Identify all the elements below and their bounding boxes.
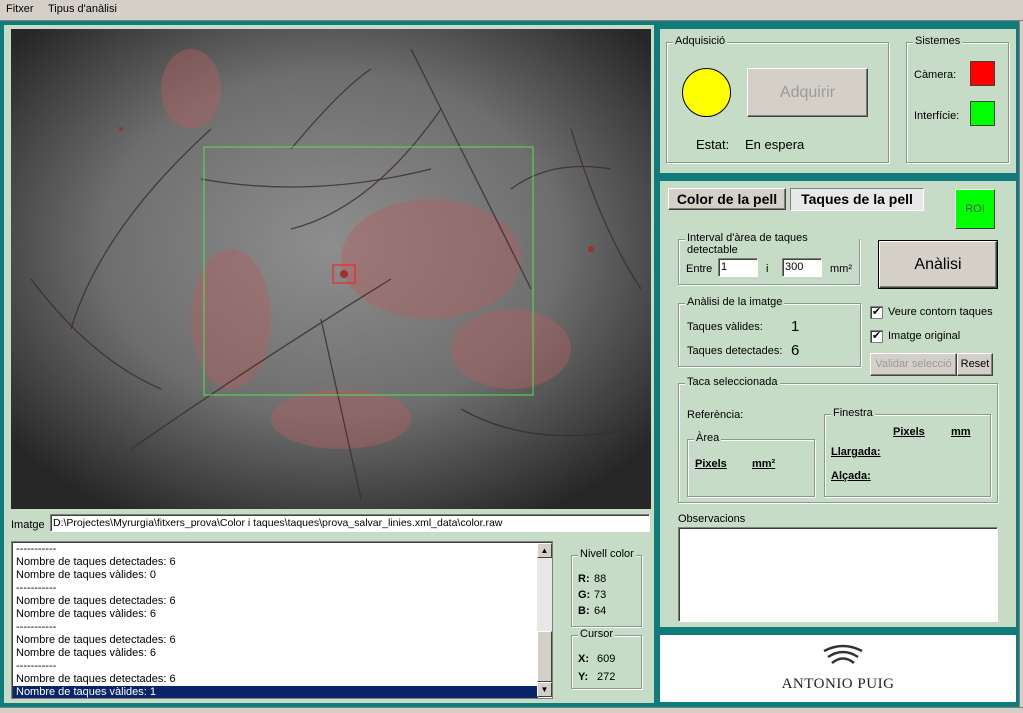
log-line[interactable]: Nombre de taques detectades: 6 [13,634,538,647]
area-mm2-header: mm² [752,458,776,470]
reference-label: Referència: [687,409,744,421]
r-value: 88 [594,573,607,585]
camera-label: Càmera: [914,69,957,81]
window-group: Finestra Pixels mm Llargada: Alçada: [824,407,991,497]
systems-group: Sistemes Càmera: Interfície: [906,35,1009,163]
interval-min-field[interactable]: 1 [718,258,758,277]
b-label: B: [578,605,590,617]
log-lines: ----------- Nombre de taques detectades: … [13,543,538,698]
log-line[interactable]: Nombre de taques detectades: 6 [13,556,538,569]
log-line[interactable]: Nombre de taques vàlides: 1 [13,686,538,698]
interface-label: Interfície: [914,110,960,122]
antonio-puig-logo-icon [823,644,863,664]
window-pixels-header: Pixels [893,426,925,438]
b-value: 64 [594,605,607,617]
validate-selection-button[interactable]: Validar selecció [870,353,957,376]
cursor-x-value: 609 [597,653,616,665]
interval-unit: mm² [830,263,852,275]
window-title: Finestra [831,407,875,419]
area-group: Àrea Pixels mm² [687,432,815,497]
between-label: Entre [686,263,713,275]
r-label: R: [578,573,590,585]
observations-textarea[interactable] [678,527,998,622]
interval-max-field[interactable]: 300 [782,258,822,277]
analyze-button-frame: Anàlisi [878,240,998,289]
log-list[interactable]: ----------- Nombre de taques detectades: … [11,541,553,699]
tab-skin-color[interactable]: Color de la pell [668,188,786,210]
window-bottom-edge [0,707,1023,713]
log-scrollbar[interactable]: ▲ ▼ [537,543,552,697]
interface-status-indicator [970,101,995,126]
log-line[interactable]: ----------- [13,543,538,556]
image-analysis-group: Anàlisi de la imatge Taques vàlides: 1 T… [678,296,861,367]
cursor-y-label: Y: [578,671,589,683]
log-line[interactable]: ----------- [13,621,538,634]
window-mm-header: mm [951,426,971,438]
observations-label: Observacions [678,513,746,525]
cursor-y-value: 272 [597,671,616,683]
roi-button[interactable]: ROI [955,189,995,229]
scroll-down-icon[interactable]: ▼ [537,682,552,697]
reset-button[interactable]: Reset [957,353,993,376]
cursor-title: Cursor [578,628,616,640]
acquisition-status-indicator [682,68,731,117]
original-image-label: Imatge original [888,330,961,342]
interval-title: Interval d'àrea de taques detectable [685,232,859,256]
log-line[interactable]: Nombre de taques vàlides: 6 [13,608,538,621]
state-label: Estat: [696,137,730,152]
log-line[interactable]: Nombre de taques detectades: 6 [13,673,538,686]
log-line[interactable]: Nombre de taques detectades: 6 [13,595,538,608]
menu-analysis-type[interactable]: Tipus d'anàlisi [48,3,117,15]
log-line[interactable]: Nombre de taques vàlides: 0 [13,569,538,582]
detected-spots-label: Taques detectades: [687,345,783,357]
log-line[interactable]: ----------- [13,582,538,595]
color-level-title: Nivell color [578,548,636,560]
g-label: G: [578,589,591,601]
cursor-x-label: X: [578,653,589,665]
menu-bar: Fitxer Tipus d'anàlisi [0,0,1023,20]
selected-spot-group: Taca seleccionada Referència: Àrea Pixel… [678,376,998,503]
area-title: Àrea [694,432,722,444]
valid-spots-value: 1 [791,318,800,335]
acquire-button[interactable]: Adquirir [747,68,868,117]
log-line[interactable]: Nombre de taques vàlides: 6 [13,647,538,660]
window-right-edge [1019,21,1023,707]
original-image-checkbox[interactable]: ✔ [870,330,883,343]
height-label: Alçada: [831,470,871,482]
selected-spot-title: Taca seleccionada [685,376,780,388]
analyze-button[interactable]: Anàlisi [879,241,997,288]
and-label: i [766,263,769,275]
logo-panel: ANTONIO PUIG [660,635,1016,702]
image-path-label: Imatge [11,519,45,531]
show-contour-checkbox[interactable]: ✔ [870,306,883,319]
state-value: En espera [745,137,805,152]
acquisition-title: Adquisició [673,35,728,47]
scroll-thumb[interactable] [537,631,552,682]
g-value: 73 [594,589,607,601]
tab-skin-spots[interactable]: Taques de la pell [790,188,924,211]
image-path-field[interactable]: D:\Projectes\Myrurgia\fitxers_prova\Colo… [50,514,650,532]
length-label: Llargada: [831,446,881,458]
acquisition-group: Adquisició Adquirir Estat: En espera [666,35,889,163]
image-analysis-title: Anàlisi de la imatge [685,296,785,308]
interval-group: Interval d'àrea de taques detectable Ent… [678,232,860,285]
scroll-up-icon[interactable]: ▲ [537,543,552,558]
menu-file[interactable]: Fitxer [6,3,34,15]
area-pixels-header: Pixels [695,458,727,470]
color-level-group: Nivell color R: 88 G: 73 B: 64 [571,548,642,627]
camera-status-indicator [970,61,995,86]
skin-image [11,29,651,509]
log-line[interactable]: ----------- [13,660,538,673]
systems-title: Sistemes [913,35,963,47]
image-viewer[interactable] [11,29,651,509]
valid-spots-label: Taques vàlides: [687,321,763,333]
detected-spots-value: 6 [791,342,800,359]
cursor-group: Cursor X: 609 Y: 272 [571,628,642,689]
show-contour-label: Veure contorn taques [888,306,993,318]
antonio-puig-logo-text: ANTONIO PUIG [781,676,895,692]
